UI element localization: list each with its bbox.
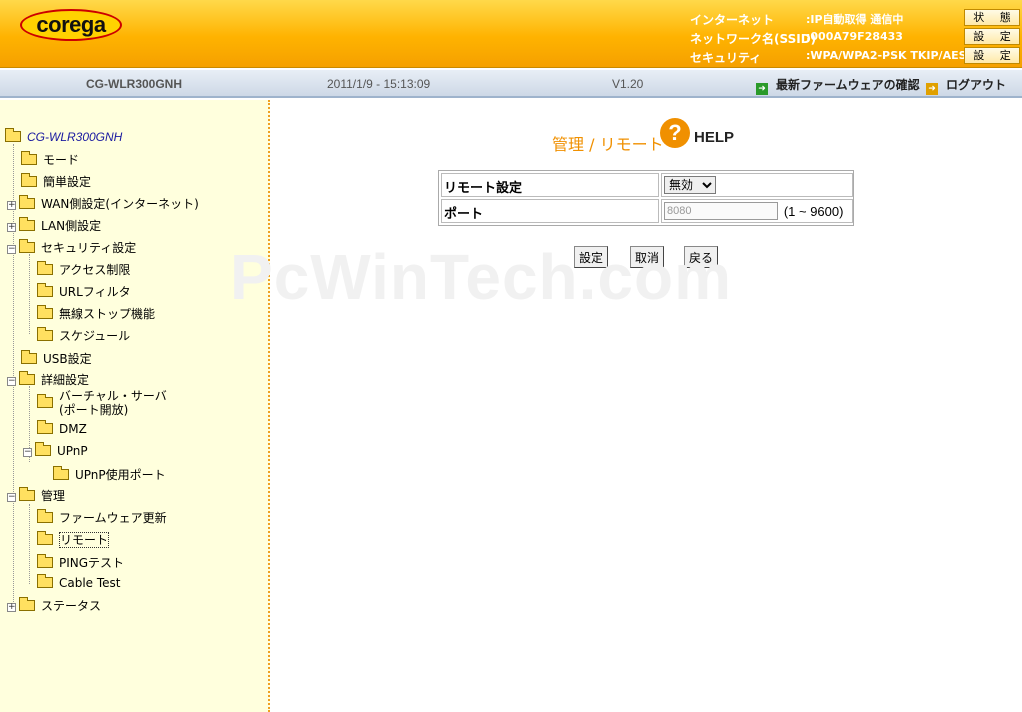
expand-plus-icon[interactable]: + [7,223,16,232]
sidebar-item-security[interactable]: − セキュリティ設定 [7,239,136,255]
remote-setting-label: リモート設定 [441,173,659,197]
folder-icon [37,283,53,297]
remote-setting-select[interactable]: 無効 [664,176,716,194]
folder-icon [37,394,53,408]
sidebar-item-cable-test[interactable]: Cable Test [37,574,121,592]
apply-button[interactable]: 設定 [574,246,609,268]
sidebar-item-firmware-update[interactable]: ファームウェア更新 [37,509,167,525]
folder-open-icon [19,239,35,253]
folder-icon [37,261,53,275]
sidebar-item-dmz[interactable]: DMZ [37,420,87,438]
folder-open-icon [5,128,21,142]
folder-icon [21,173,37,187]
arrow-right-icon: ➜ [756,83,768,95]
folder-icon [37,420,53,434]
status-button[interactable]: 状 態 [964,9,1020,26]
sidebar-item-easy-setup[interactable]: 簡単設定 [21,173,91,189]
sidebar-item-advanced[interactable]: − 詳細設定 [7,371,89,387]
logout-link[interactable]: ➜ ログアウト [926,76,1006,95]
sidebar-item-schedule[interactable]: スケジュール [37,327,130,343]
port-label: ポート [441,199,659,223]
back-button[interactable]: 戻る [684,246,719,268]
folder-icon [19,217,35,231]
firmware-check-link[interactable]: ➜ 最新ファームウェアの確認 [756,76,920,95]
firmware-version: V1.20 [612,77,644,91]
sidebar-item-status[interactable]: + ステータス [7,597,101,613]
collapse-minus-icon[interactable]: − [7,493,16,502]
collapse-minus-icon[interactable]: − [7,377,16,386]
collapse-minus-icon[interactable]: − [7,245,16,254]
sidebar-item-wan[interactable]: + WAN側設定(インターネット) [7,195,199,211]
status-value: :000A79F28433 [806,30,903,43]
device-datetime: 2011/1/9 - 15:13:09 [327,77,431,91]
sidebar-item-ping-test[interactable]: PINGテスト [37,554,124,570]
cancel-button[interactable]: 取消 [630,246,665,268]
sidebar-item-lan[interactable]: + LAN側設定 [7,217,101,233]
tree-connector [29,504,30,584]
sidebar-item-access-control[interactable]: アクセス制限 [37,261,130,277]
folder-icon [19,597,35,611]
folder-open-icon [37,531,53,545]
status-label: ネットワーク名(SSID) [690,32,817,46]
tree-connector [29,254,30,334]
sidebar-item-url-filter[interactable]: URLフィルタ [37,283,131,299]
folder-icon [37,574,53,588]
folder-icon [37,327,53,341]
sidebar-item-upnp[interactable]: − UPnP [23,442,88,460]
sidebar-tree: CG-WLR300GNH モード 簡単設定 + WAN側設定(インターネット) +… [0,100,270,712]
folder-open-icon [19,487,35,501]
port-input[interactable] [664,202,778,220]
security-settings-button[interactable]: 設 定 [964,47,1020,64]
folder-icon [21,350,37,364]
sidebar-item-usb[interactable]: USB設定 [21,350,92,366]
folder-icon [19,195,35,209]
table-row: ポート (1 ~ 9600) [439,197,853,225]
port-range-hint: (1 ~ 9600) [783,203,844,219]
folder-icon [37,554,53,568]
folder-icon [21,151,37,165]
sidebar-item-upnp-ports[interactable]: UPnP使用ポート [53,466,166,482]
status-label: インターネット [690,13,775,27]
sidebar-item-management[interactable]: − 管理 [7,487,65,503]
header: corega インターネット :IP自動取得 通信中 状 態 ネットワーク名(S… [0,0,1022,68]
status-label: セキュリティ [690,51,762,65]
sidebar-item-mode[interactable]: モード [21,151,79,167]
info-bar: CG-WLR300GNH 2011/1/9 - 15:13:09 V1.20 ➜… [0,70,1022,98]
remote-setting-cell: 無効 [661,173,853,197]
device-model: CG-WLR300GNH [86,77,183,91]
arrow-right-icon: ➜ [926,83,938,95]
ssid-settings-button[interactable]: 設 定 [964,28,1020,45]
folder-open-icon [19,371,35,385]
main-content: 管理 / リモート ? HELP リモート設定 無効 ポート (1 ~ 9600… [272,100,1022,712]
corega-logo: corega [20,9,122,41]
status-value: :WPA/WPA2-PSK TKIP/AES [806,49,967,62]
sidebar-item-remote[interactable]: リモート [37,531,110,548]
folder-open-icon [35,442,51,456]
page-title: 管理 / リモート [552,135,664,154]
remote-settings-table: リモート設定 無効 ポート (1 ~ 9600) [438,170,854,226]
status-value: :IP自動取得 通信中 [806,13,904,26]
folder-icon [53,466,69,480]
expand-plus-icon[interactable]: + [7,603,16,612]
table-row: リモート設定 無効 [439,171,853,197]
port-cell: (1 ~ 9600) [661,199,853,223]
sidebar-item-virtual-server[interactable]: バーチャル・サーバ (ポート開放) [37,389,167,419]
sidebar-item-wireless-stop[interactable]: 無線ストップ機能 [37,305,155,321]
expand-plus-icon[interactable]: + [7,201,16,210]
collapse-minus-icon[interactable]: − [23,448,32,457]
tree-root[interactable]: CG-WLR300GNH [5,128,122,146]
help-icon[interactable]: ? [660,118,690,148]
folder-icon [37,509,53,523]
help-link[interactable]: HELP [694,129,734,146]
folder-icon [37,305,53,319]
